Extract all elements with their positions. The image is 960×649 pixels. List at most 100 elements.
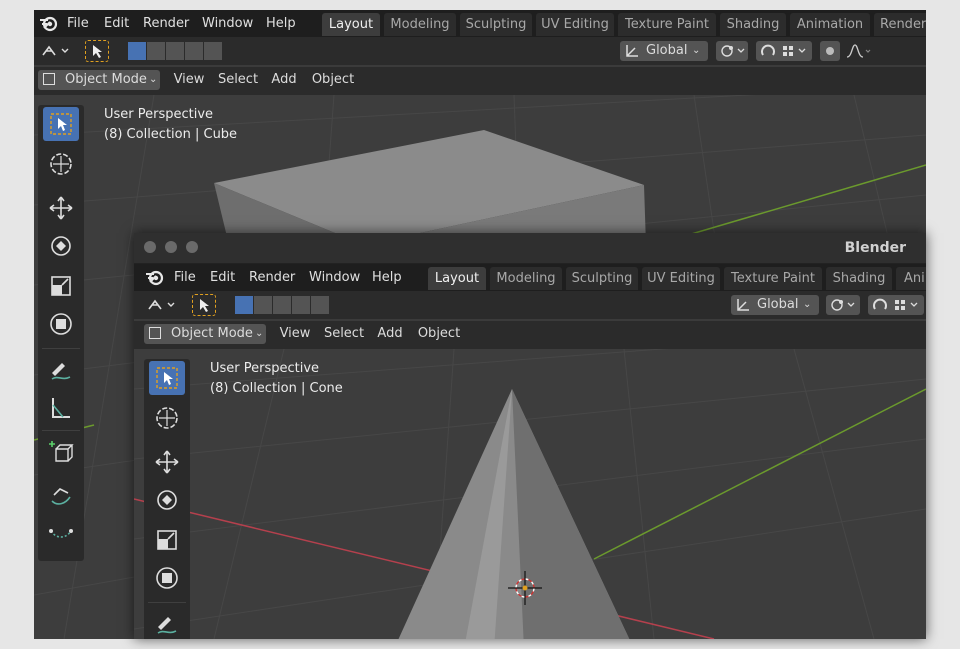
- object-mode-icon: [149, 327, 161, 339]
- menu-help[interactable]: Help: [266, 10, 296, 37]
- menu-add[interactable]: Add: [266, 70, 302, 90]
- menu-edit[interactable]: Edit: [210, 264, 235, 291]
- window-maximize-button[interactable]: [186, 241, 198, 253]
- tab-texture-paint[interactable]: Texture Paint: [724, 267, 822, 290]
- select-box-tool-button[interactable]: [85, 40, 109, 62]
- top-menubar: File Edit Render Window Help Layout Mode…: [34, 10, 926, 37]
- menu-edit[interactable]: Edit: [104, 10, 129, 37]
- tab-render[interactable]: Render: [874, 13, 926, 36]
- axis-orientation-icon: [626, 45, 638, 57]
- annotate-pencil-icon: [157, 617, 177, 634]
- tab-sculpting[interactable]: Sculpting: [566, 267, 638, 290]
- mode-dropdown[interactable]: Object Mode ⌄: [38, 70, 160, 90]
- selection-mode-buttons[interactable]: [235, 296, 329, 314]
- tab-animation[interactable]: Animation: [790, 13, 870, 36]
- tool-scale[interactable]: [43, 269, 79, 303]
- tab-texture-paint[interactable]: Texture Paint: [618, 13, 716, 36]
- menu-render[interactable]: Render: [143, 10, 189, 37]
- tab-layout[interactable]: Layout: [428, 267, 486, 290]
- toolbar-front: [144, 359, 190, 639]
- select-box-icon: [156, 367, 178, 389]
- 3d-viewport-front[interactable]: User Perspective (8) Collection | Cone: [134, 349, 926, 639]
- window-minimize-button[interactable]: [165, 241, 177, 253]
- menu-help[interactable]: Help: [372, 264, 402, 291]
- menu-select[interactable]: Select: [214, 70, 262, 90]
- menu-window[interactable]: Window: [309, 264, 360, 291]
- select-intersect-icon[interactable]: [311, 296, 329, 314]
- tool-cursor[interactable]: [149, 401, 185, 435]
- viewport-perspective-label: User Perspective: [210, 361, 320, 376]
- select-new-icon[interactable]: [235, 296, 253, 314]
- select-invert-icon[interactable]: [292, 296, 310, 314]
- tool-scale[interactable]: [149, 523, 185, 557]
- menu-object[interactable]: Object: [306, 70, 360, 90]
- pivot-point-dropdown[interactable]: [716, 41, 748, 61]
- blender-logo-icon[interactable]: [144, 268, 164, 287]
- select-subtract-icon[interactable]: [166, 42, 184, 60]
- tool-select-box[interactable]: [43, 107, 79, 141]
- transform-orientation-dropdown[interactable]: Global ⌄: [620, 41, 708, 61]
- tool-settings-dropdown[interactable]: [144, 295, 178, 315]
- menu-view[interactable]: View: [274, 324, 316, 344]
- tool-settings-dropdown[interactable]: [38, 41, 72, 61]
- menu-select[interactable]: Select: [320, 324, 368, 344]
- menu-file[interactable]: File: [67, 10, 89, 37]
- tool-move[interactable]: [43, 191, 79, 225]
- tool-move[interactable]: [149, 445, 185, 479]
- pivot-point-dropdown[interactable]: [826, 295, 860, 315]
- select-box-tool-button[interactable]: [192, 294, 216, 316]
- tab-modeling[interactable]: Modeling: [490, 267, 562, 290]
- tool-add-cube[interactable]: [43, 435, 79, 469]
- tab-uv-editing[interactable]: UV Editing: [536, 13, 614, 36]
- menu-add[interactable]: Add: [372, 324, 408, 344]
- move-arrows-icon: [155, 450, 179, 474]
- blender-logo-icon[interactable]: [38, 14, 58, 33]
- select-extend-icon[interactable]: [254, 296, 272, 314]
- tool-header-front: Global ⌄: [134, 291, 926, 319]
- tab-uv-editing[interactable]: UV Editing: [642, 267, 720, 290]
- select-subtract-icon[interactable]: [273, 296, 291, 314]
- snap-controls[interactable]: [756, 41, 812, 61]
- blender-window-front: Blender File Edit Render Window Help Lay…: [134, 233, 926, 639]
- tab-shading[interactable]: Shading: [720, 13, 786, 36]
- tab-animation[interactable]: Ani: [896, 267, 926, 290]
- tool-cursor[interactable]: [43, 147, 79, 181]
- mode-dropdown[interactable]: Object Mode ⌄: [144, 324, 266, 344]
- tab-layout[interactable]: Layout: [322, 13, 380, 36]
- object-mode-icon: [43, 73, 55, 85]
- select-invert-icon[interactable]: [185, 42, 203, 60]
- tool-loop-cut[interactable]: [43, 517, 79, 551]
- menu-object[interactable]: Object: [412, 324, 466, 344]
- tool-rotate[interactable]: [149, 483, 185, 517]
- tool-extrude[interactable]: [43, 477, 79, 511]
- tool-annotate[interactable]: [149, 607, 185, 639]
- selection-mode-buttons[interactable]: [128, 42, 222, 60]
- tab-sculpting[interactable]: Sculpting: [460, 13, 532, 36]
- menu-file[interactable]: File: [174, 264, 196, 291]
- move-arrows-icon: [49, 196, 73, 220]
- menu-view[interactable]: View: [168, 70, 210, 90]
- proportional-edit-toggle[interactable]: [820, 41, 840, 61]
- select-intersect-icon[interactable]: [204, 42, 222, 60]
- tool-measure[interactable]: [43, 391, 79, 425]
- viewport-perspective-label: User Perspective: [104, 107, 214, 122]
- select-extend-icon[interactable]: [147, 42, 165, 60]
- tool-select-box[interactable]: [149, 361, 185, 395]
- viewport-header: Object Mode ⌄ View Select Add Object: [34, 67, 926, 95]
- viewport-header-front: Object Mode ⌄ View Select Add Object: [134, 321, 926, 349]
- tool-annotate[interactable]: [43, 353, 79, 387]
- falloff-dropdown[interactable]: [844, 41, 874, 61]
- tool-rotate[interactable]: [43, 229, 79, 263]
- select-new-icon[interactable]: [128, 42, 146, 60]
- menu-render[interactable]: Render: [249, 264, 295, 291]
- tab-shading[interactable]: Shading: [826, 267, 892, 290]
- snap-controls[interactable]: [868, 295, 924, 315]
- transform-orientation-dropdown[interactable]: Global ⌄: [731, 295, 819, 315]
- window-close-button[interactable]: [144, 241, 156, 253]
- tab-modeling[interactable]: Modeling: [384, 13, 456, 36]
- pivot-icon: [831, 299, 855, 311]
- cone-shadow-side: [512, 389, 630, 639]
- menu-window[interactable]: Window: [202, 10, 253, 37]
- tool-transform[interactable]: [43, 307, 79, 341]
- tool-transform[interactable]: [149, 561, 185, 595]
